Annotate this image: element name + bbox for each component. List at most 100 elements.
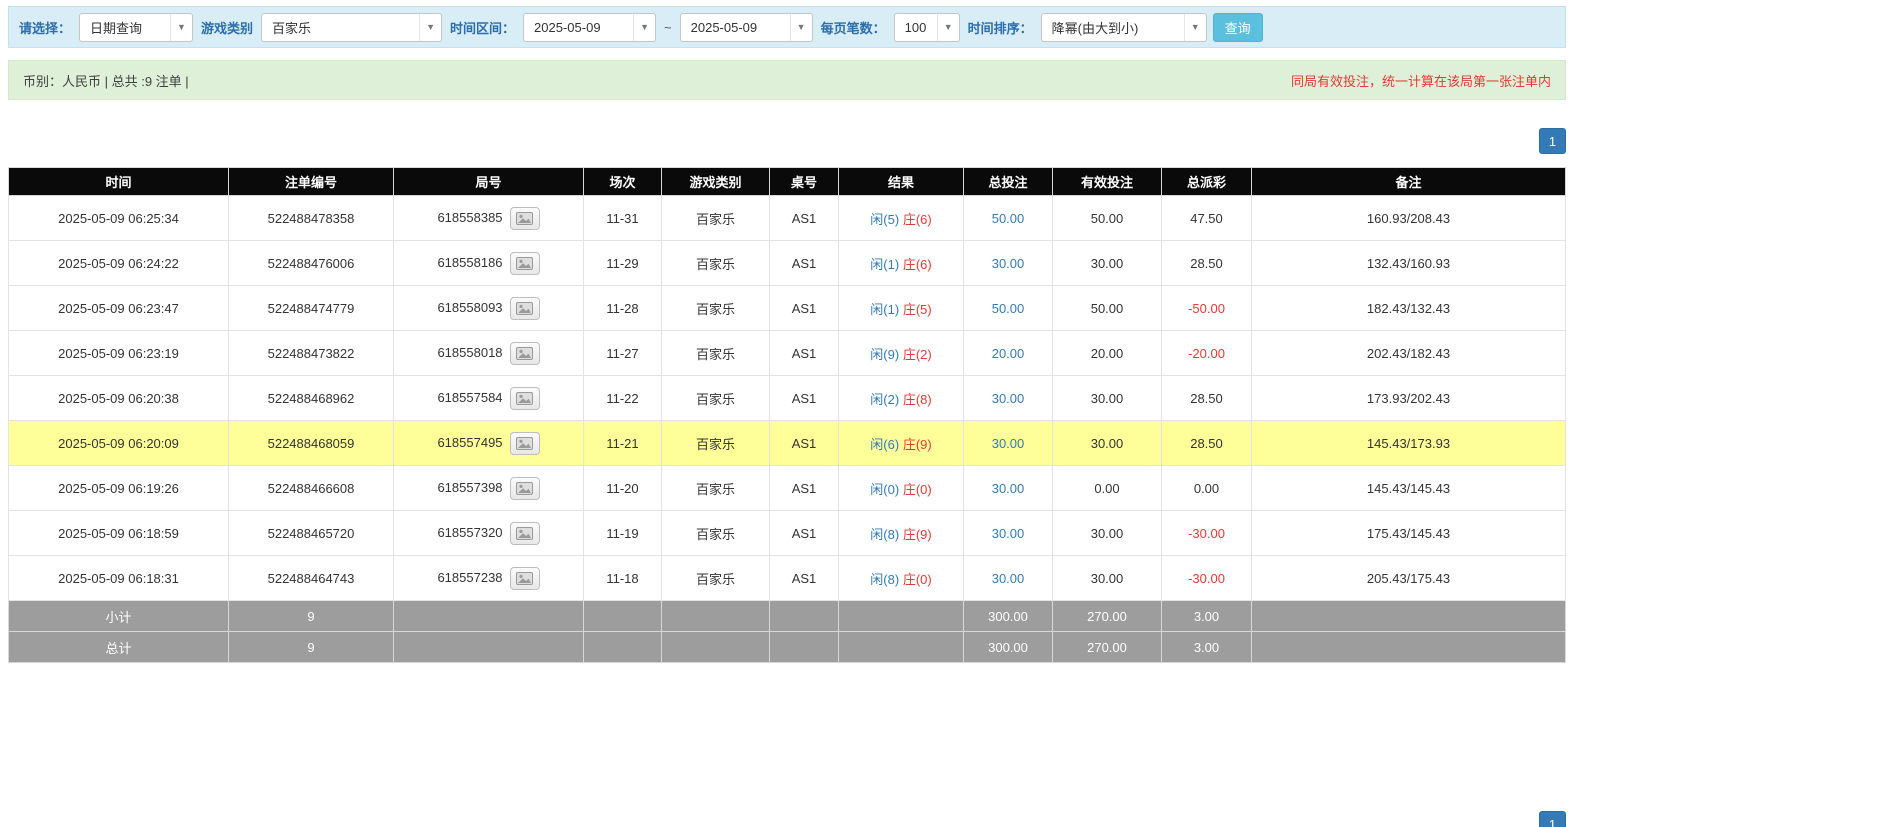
cell-note: 160.93/208.43 [1252,196,1566,241]
round-id: 618558093 [437,299,502,314]
cell-payout: 28.50 [1162,241,1252,286]
round-result-image-button[interactable] [510,342,540,365]
page-1-button[interactable]: 1 [1539,811,1566,827]
cell-time: 2025-05-09 06:25:34 [9,196,229,241]
round-result-image-button[interactable] [510,387,540,410]
cell-session: 11-21 [584,421,662,466]
header-payout: 总派彩 [1162,168,1252,196]
cell-round: 618558385 [394,196,584,241]
per-page-select[interactable]: 100 ▼ [894,13,960,42]
round-result-image-button[interactable] [510,252,540,275]
cell-bet-id: 522488474779 [229,286,394,331]
total-bet-link[interactable]: 50.00 [992,301,1025,316]
table-row: 2025-05-09 06:20:09 522488468059 6185574… [9,421,1566,466]
round-result-image-button[interactable] [510,432,540,455]
cell-table-no: AS1 [770,196,839,241]
cell-bet-id: 522488478358 [229,196,394,241]
cell-result: 闲(1) 庄(5) [839,286,964,331]
cell-time: 2025-05-09 06:18:59 [9,511,229,556]
round-result-image-button[interactable] [510,477,540,500]
cell-session: 11-29 [584,241,662,286]
header-time: 时间 [9,168,229,196]
cell-valid-bet: 0.00 [1053,466,1162,511]
chevron-down-icon[interactable]: ▼ [937,14,959,41]
result-banker: 庄(0) [903,482,932,497]
chevron-down-icon[interactable]: ▼ [1184,14,1206,41]
total-bet-link[interactable]: 30.00 [992,481,1025,496]
round-id: 618557584 [437,389,502,404]
cell-game-type: 百家乐 [662,331,770,376]
round-result-image-button[interactable] [510,567,540,590]
cell-time: 2025-05-09 06:20:38 [9,376,229,421]
chevron-down-icon[interactable]: ▼ [790,14,812,41]
cell-time: 2025-05-09 06:19:26 [9,466,229,511]
cell-session: 11-28 [584,286,662,331]
cell-time: 2025-05-09 06:24:22 [9,241,229,286]
subtotal-total-bet: 300.00 [964,601,1053,632]
sort-order-label: 时间排序： [966,18,1035,37]
date-from-value: 2025-05-09 [524,20,633,35]
date-to-value: 2025-05-09 [681,20,790,35]
total-bet-link[interactable]: 30.00 [992,436,1025,451]
total-bet-link[interactable]: 30.00 [992,526,1025,541]
page-1-button[interactable]: 1 [1539,128,1566,154]
total-bet-link[interactable]: 30.00 [992,256,1025,271]
result-player: 闲(5) [870,212,899,227]
table-row: 2025-05-09 06:20:38 522488468962 6185575… [9,376,1566,421]
cell-table-no: AS1 [770,241,839,286]
header-note: 备注 [1252,168,1566,196]
round-result-image-button[interactable] [510,522,540,545]
cell-total-bet: 50.00 [964,286,1053,331]
cell-game-type: 百家乐 [662,376,770,421]
chevron-down-icon[interactable]: ▼ [170,14,192,41]
subtotal-label: 小计 [9,601,229,632]
header-game-type: 游戏类别 [662,168,770,196]
sort-order-select[interactable]: 降幂(由大到小) ▼ [1041,13,1207,42]
cell-result: 闲(8) 庄(0) [839,556,964,601]
cell-table-no: AS1 [770,556,839,601]
total-bet-link[interactable]: 20.00 [992,346,1025,361]
result-player: 闲(8) [870,572,899,587]
cell-table-no: AS1 [770,376,839,421]
cell-note: 175.43/145.43 [1252,511,1566,556]
total-bet-link[interactable]: 50.00 [992,211,1025,226]
cell-round: 618558093 [394,286,584,331]
round-id: 618558018 [437,344,502,359]
cell-game-type: 百家乐 [662,511,770,556]
total-valid-bet: 270.00 [1053,632,1162,663]
total-bet-link[interactable]: 30.00 [992,571,1025,586]
round-result-image-button[interactable] [510,297,540,320]
game-type-select[interactable]: 百家乐 ▼ [261,13,442,42]
cell-total-bet: 50.00 [964,196,1053,241]
range-separator: ~ [662,20,674,35]
cell-note: 145.43/173.93 [1252,421,1566,466]
round-result-image-button[interactable] [510,207,540,230]
cell-round: 618557238 [394,556,584,601]
result-banker: 庄(0) [903,572,932,587]
total-bet-link[interactable]: 30.00 [992,391,1025,406]
cell-bet-id: 522488473822 [229,331,394,376]
query-type-select[interactable]: 日期查询 ▼ [79,13,193,42]
date-to-select[interactable]: 2025-05-09 ▼ [680,13,813,42]
date-from-select[interactable]: 2025-05-09 ▼ [523,13,656,42]
cell-total-bet: 30.00 [964,241,1053,286]
round-id: 618557398 [437,479,502,494]
result-banker: 庄(6) [903,257,932,272]
game-type-value: 百家乐 [262,18,419,37]
table-header-row: 时间 注单编号 局号 场次 游戏类别 桌号 结果 总投注 有效投注 总派彩 备注 [9,168,1566,196]
pagination-top: 1 [8,128,1566,154]
cell-result: 闲(6) 庄(9) [839,421,964,466]
chevron-down-icon[interactable]: ▼ [419,14,441,41]
total-payout: 3.00 [1162,632,1252,663]
cell-game-type: 百家乐 [662,466,770,511]
cell-result: 闲(5) 庄(6) [839,196,964,241]
cell-valid-bet: 30.00 [1053,421,1162,466]
cell-round: 618558186 [394,241,584,286]
chevron-down-icon[interactable]: ▼ [633,14,655,41]
search-button[interactable]: 查询 [1213,13,1263,42]
cell-note: 202.43/182.43 [1252,331,1566,376]
table-row: 2025-05-09 06:23:47 522488474779 6185580… [9,286,1566,331]
subtotal-valid-bet: 270.00 [1053,601,1162,632]
cell-total-bet: 30.00 [964,466,1053,511]
result-player: 闲(8) [870,527,899,542]
